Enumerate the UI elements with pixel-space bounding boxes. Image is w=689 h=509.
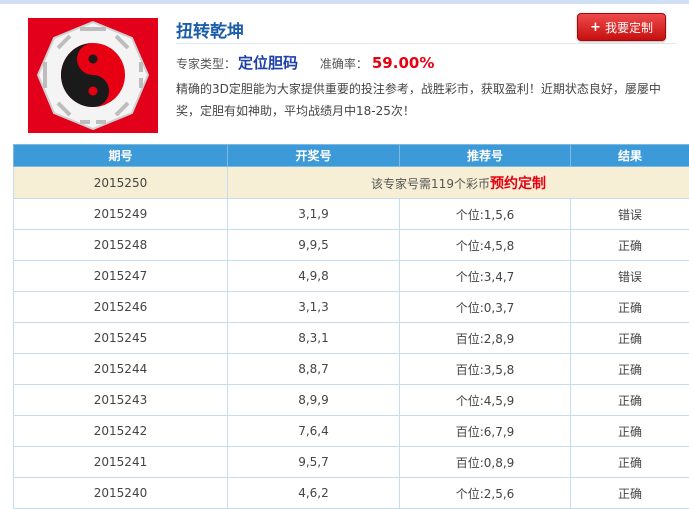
table-row: 20152448,8,7百位:3,5,8正确 xyxy=(14,354,689,385)
recommended-numbers-cell: 个位:1,5,6 xyxy=(400,199,571,230)
period-cell: 2015248 xyxy=(14,230,228,261)
table-row: 20152438,9,9个位:4,5,9正确 xyxy=(14,385,689,416)
recommended-numbers-cell: 个位:3,4,7 xyxy=(400,261,571,292)
recommended-numbers-cell: 个位:2,5,6 xyxy=(400,478,571,509)
draw-numbers-cell: 8,3,1 xyxy=(228,323,400,354)
draw-numbers-cell: 4,6,2 xyxy=(228,478,400,509)
result-cell: 正确 xyxy=(571,230,689,261)
result-cell: 正确 xyxy=(571,323,689,354)
header-recommend: 推荐号 xyxy=(400,145,571,167)
recommended-numbers-cell: 个位:4,5,8 xyxy=(400,230,571,261)
draw-numbers-cell: 4,9,8 xyxy=(228,261,400,292)
recommended-numbers-cell: 百位:6,7,9 xyxy=(400,416,571,447)
result-cell: 正确 xyxy=(571,447,689,478)
bagua-yinyang-icon xyxy=(28,18,158,133)
period-cell: 2015243 xyxy=(14,385,228,416)
notice-period: 2015250 xyxy=(14,167,228,199)
accuracy-label: 准确率： xyxy=(320,57,368,71)
period-cell: 2015246 xyxy=(14,292,228,323)
table-row: 20152404,6,2个位:2,5,6正确 xyxy=(14,478,689,509)
draw-numbers-cell: 3,1,3 xyxy=(228,292,400,323)
result-cell: 正确 xyxy=(571,354,689,385)
customize-button[interactable]: + 我要定制 xyxy=(577,13,666,41)
notice-cell: 该专家号需119个彩币预约定制 xyxy=(228,167,689,199)
type-value: 定位胆码 xyxy=(238,54,298,72)
draw-numbers-cell: 8,8,7 xyxy=(228,354,400,385)
draw-numbers-cell: 3,1,9 xyxy=(228,199,400,230)
expert-description: 精确的3D定胆能为大家提供重要的投注参考，战胜彩市，获取盈利！近期状态良好，屡屡… xyxy=(176,78,676,122)
customize-button-label: 我要定制 xyxy=(605,19,653,36)
table-row: 20152474,9,8个位:3,4,7错误 xyxy=(14,261,689,292)
table-row: 20152458,3,1百位:2,8,9正确 xyxy=(14,323,689,354)
reserve-link[interactable]: 预约定制 xyxy=(490,176,546,192)
draw-numbers-cell: 7,6,4 xyxy=(228,416,400,447)
result-cell: 正确 xyxy=(571,292,689,323)
period-cell: 2015249 xyxy=(14,199,228,230)
result-cell: 正确 xyxy=(571,385,689,416)
period-cell: 2015241 xyxy=(14,447,228,478)
table-row: 20152489,9,5个位:4,5,8正确 xyxy=(14,230,689,261)
plus-icon: + xyxy=(590,20,601,35)
draw-numbers-cell: 9,5,7 xyxy=(228,447,400,478)
recommended-numbers-cell: 个位:4,5,9 xyxy=(400,385,571,416)
header-draw: 开奖号 xyxy=(228,145,400,167)
type-label: 专家类型： xyxy=(176,57,236,71)
accuracy-value: 59.00% xyxy=(372,54,434,72)
notice-row: 2015250 该专家号需119个彩币预约定制 xyxy=(14,167,689,199)
period-cell: 2015244 xyxy=(14,354,228,385)
result-cell: 错误 xyxy=(571,199,689,230)
recommended-numbers-cell: 百位:2,8,9 xyxy=(400,323,571,354)
table-row: 20152427,6,4百位:6,7,9正确 xyxy=(14,416,689,447)
table-header-row: 期号 开奖号 推荐号 结果 xyxy=(14,145,689,167)
header-period: 期号 xyxy=(14,145,228,167)
period-cell: 2015247 xyxy=(14,261,228,292)
result-cell: 正确 xyxy=(571,478,689,509)
header-divider xyxy=(176,43,676,44)
table-row: 20152493,1,9个位:1,5,6错误 xyxy=(14,199,689,230)
expert-page: 扭转乾坤 + 我要定制 专家类型：定位胆码 准确率： 59.00% 精确的3D定胆… xyxy=(0,0,689,506)
recommended-numbers-cell: 个位:0,3,7 xyxy=(400,292,571,323)
draw-numbers-cell: 8,9,9 xyxy=(228,385,400,416)
recommended-numbers-cell: 百位:0,8,9 xyxy=(400,447,571,478)
period-cell: 2015242 xyxy=(14,416,228,447)
table-row: 20152419,5,7百位:0,8,9正确 xyxy=(14,447,689,478)
period-cell: 2015240 xyxy=(14,478,228,509)
recommendation-table: 期号 开奖号 推荐号 结果 2015250 该专家号需119个彩币预约定制 20… xyxy=(13,144,689,509)
header-result: 结果 xyxy=(571,145,689,167)
notice-text: 该专家号需119个彩币 xyxy=(371,177,490,191)
expert-type-line: 专家类型：定位胆码 准确率： 59.00% xyxy=(176,52,434,73)
recommended-numbers-cell: 百位:3,5,8 xyxy=(400,354,571,385)
result-cell: 错误 xyxy=(571,261,689,292)
top-border xyxy=(0,0,689,4)
table-row: 20152463,1,3个位:0,3,7正确 xyxy=(14,292,689,323)
expert-title: 扭转乾坤 xyxy=(176,17,244,42)
period-cell: 2015245 xyxy=(14,323,228,354)
result-cell: 正确 xyxy=(571,416,689,447)
draw-numbers-cell: 9,9,5 xyxy=(228,230,400,261)
